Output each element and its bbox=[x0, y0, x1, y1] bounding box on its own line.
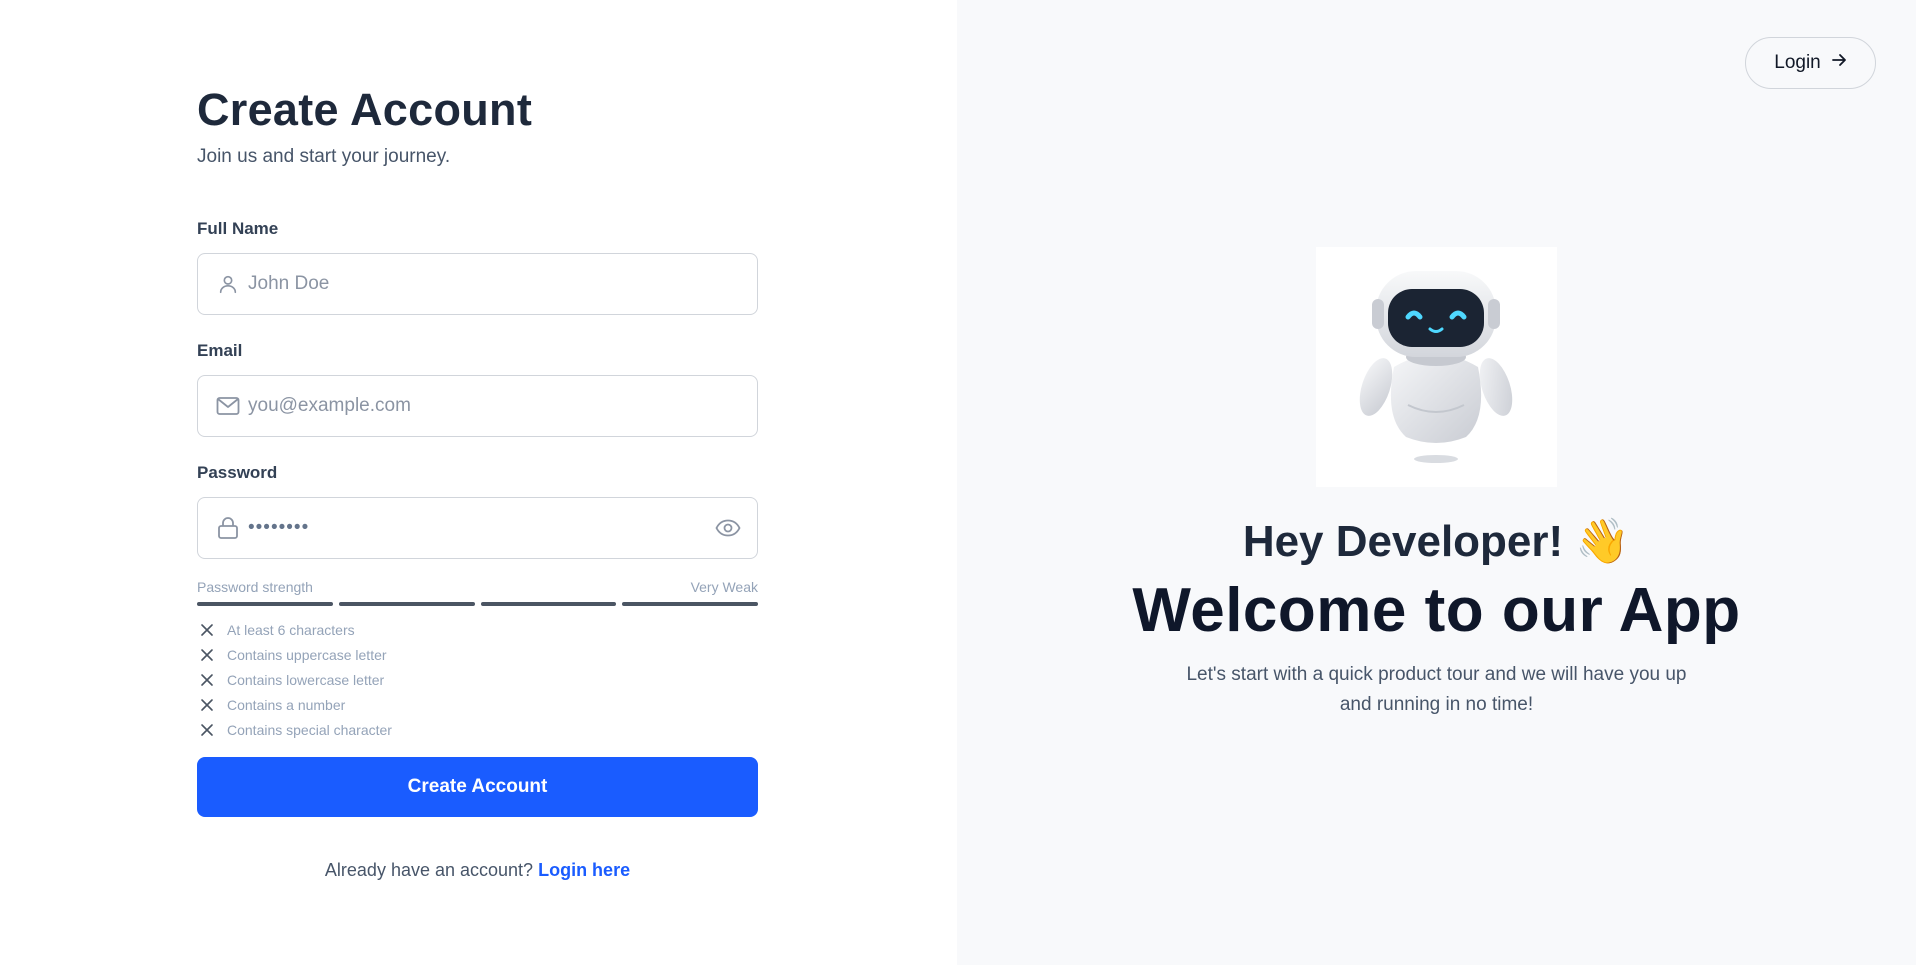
user-icon bbox=[213, 269, 243, 299]
create-account-button[interactable]: Create Account bbox=[197, 757, 758, 817]
requirement-item: Contains uppercase letter bbox=[197, 642, 392, 667]
password-strength-label: Password strength bbox=[197, 579, 313, 595]
arrow-right-icon bbox=[1831, 52, 1847, 74]
full-name-field[interactable] bbox=[197, 253, 758, 315]
signup-panel: Create Account Join us and start your jo… bbox=[0, 0, 957, 965]
robot-illustration bbox=[1316, 247, 1557, 487]
requirement-text: Contains a number bbox=[227, 696, 346, 713]
requirement-text: Contains lowercase letter bbox=[227, 671, 385, 688]
strength-segment bbox=[338, 602, 475, 606]
welcome-heading: Welcome to our App bbox=[1132, 576, 1741, 645]
password-requirements: At least 6 characters Contains uppercase… bbox=[197, 617, 392, 742]
eye-icon[interactable] bbox=[713, 513, 743, 543]
password-input[interactable]: •••••••• bbox=[248, 517, 713, 539]
password-strength-header: Password strength Very Weak bbox=[197, 579, 758, 595]
strength-segment bbox=[622, 602, 758, 606]
mail-icon bbox=[213, 391, 243, 421]
close-icon bbox=[197, 695, 217, 715]
strength-segment bbox=[197, 602, 333, 606]
close-icon bbox=[197, 670, 217, 690]
requirement-item: At least 6 characters bbox=[197, 617, 392, 642]
email-input[interactable] bbox=[248, 376, 757, 436]
lock-icon bbox=[213, 513, 243, 543]
password-strength-meter bbox=[197, 602, 758, 606]
page-subtitle: Join us and start your journey. bbox=[197, 146, 451, 167]
full-name-input[interactable] bbox=[248, 254, 757, 314]
requirement-text: At least 6 characters bbox=[227, 621, 355, 638]
greeting-heading: Hey Developer! 👋 bbox=[1242, 517, 1631, 566]
welcome-panel: Login Hey Developer! 👋 Welcome to our Ap… bbox=[957, 0, 1916, 965]
login-prompt: Already have an account? Login here bbox=[197, 860, 758, 881]
full-name-label: Full Name bbox=[197, 219, 279, 238]
requirement-text: Contains uppercase letter bbox=[227, 646, 387, 663]
requirement-item: Contains lowercase letter bbox=[197, 667, 392, 692]
login-button[interactable]: Login bbox=[1745, 37, 1876, 89]
login-button-label: Login bbox=[1774, 52, 1821, 73]
page-title: Create Account bbox=[197, 84, 533, 135]
strength-segment bbox=[480, 602, 617, 606]
robot-icon bbox=[1359, 271, 1513, 463]
email-label: Email bbox=[197, 341, 243, 360]
password-label: Password bbox=[197, 463, 278, 482]
requirement-item: Contains special character bbox=[197, 717, 392, 742]
email-field[interactable] bbox=[197, 375, 758, 437]
login-prompt-text: Already have an account? bbox=[324, 860, 534, 880]
welcome-tagline: Let's start with a quick product tour an… bbox=[1186, 664, 1687, 715]
password-field[interactable]: •••••••• bbox=[197, 497, 758, 559]
password-strength-level: Very Weak bbox=[690, 579, 758, 595]
close-icon bbox=[197, 720, 217, 740]
login-link[interactable]: Login here bbox=[538, 860, 630, 880]
requirement-text: Contains special character bbox=[227, 721, 392, 738]
close-icon bbox=[197, 620, 217, 640]
close-icon bbox=[197, 645, 217, 665]
requirement-item: Contains a number bbox=[197, 692, 392, 717]
